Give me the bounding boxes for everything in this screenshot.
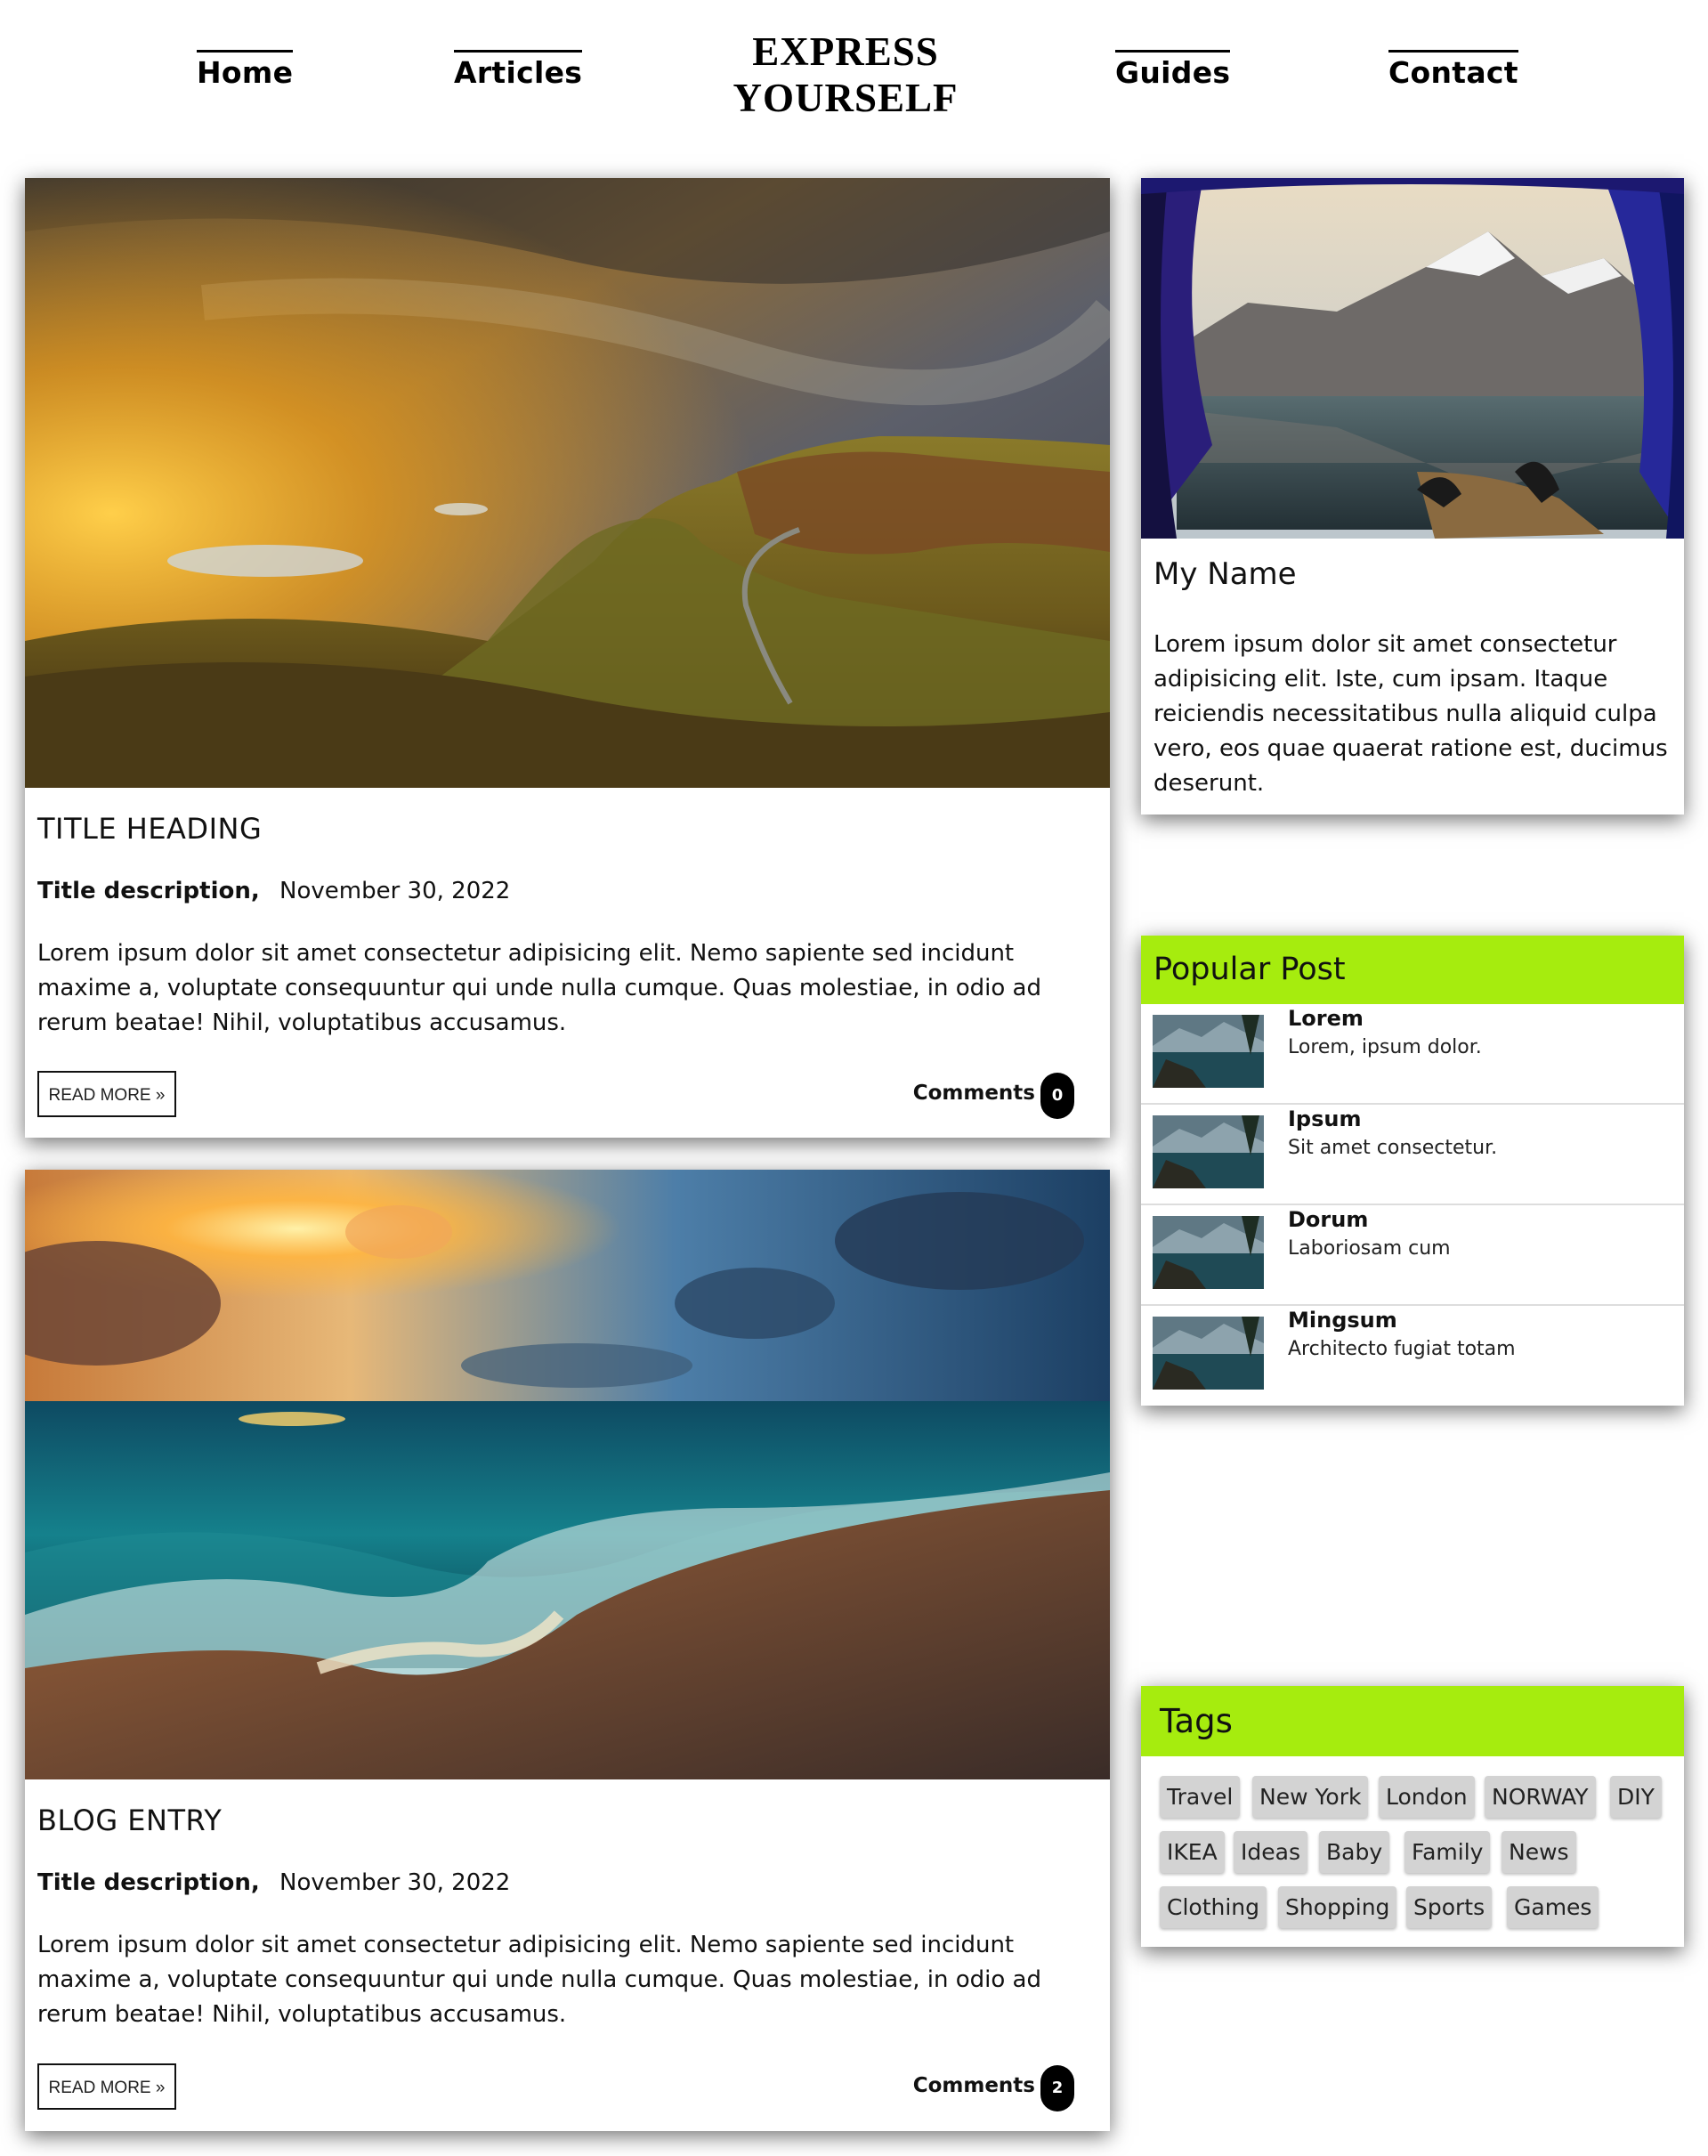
profile-card: My Name Lorem ipsum dolor sit amet conse…: [1141, 178, 1684, 815]
popular-post-subtitle: Architecto fugiat totam: [1288, 1338, 1516, 1360]
popular-post-item[interactable]: Mingsum Architecto fugiat totam: [1141, 1306, 1684, 1406]
tags-heading: Tags: [1141, 1686, 1684, 1756]
brand-line-2: YOURSELF: [733, 76, 959, 120]
popular-post-subtitle: Laboriosam cum: [1288, 1237, 1451, 1260]
read-more-button[interactable]: READ MORE »: [37, 1071, 176, 1117]
popular-post-thumbnail: [1153, 1216, 1264, 1289]
popular-post-thumbnail: [1153, 1317, 1264, 1390]
post-meta: Title description, November 30, 2022: [37, 878, 510, 904]
popular-post-item[interactable]: Lorem Lorem, ipsum dolor.: [1141, 1004, 1684, 1105]
post-excerpt: Lorem ipsum dolor sit amet consectetur a…: [37, 940, 1041, 1036]
tag-new-york[interactable]: New York: [1252, 1776, 1369, 1818]
tag-diy[interactable]: DIY: [1610, 1776, 1662, 1818]
tag-clothing[interactable]: Clothing: [1160, 1886, 1267, 1928]
post-date: November 30, 2022: [279, 1869, 511, 1896]
tag-london[interactable]: London: [1379, 1776, 1475, 1818]
popular-post-thumbnail: [1153, 1015, 1264, 1088]
top-nav: Home Articles EXPRESS YOURSELF Guides Co…: [0, 0, 1708, 134]
tag-news[interactable]: News: [1502, 1831, 1576, 1873]
popular-post-item[interactable]: Dorum Laboriosam cum: [1141, 1205, 1684, 1306]
post-image-mountains: [25, 178, 1110, 788]
comments-count-badge: 2: [1040, 2065, 1074, 2111]
tag-family[interactable]: Family: [1404, 1831, 1491, 1873]
popular-post-title: Dorum: [1288, 1207, 1369, 1232]
post-description-label: Title description,: [37, 1869, 260, 1896]
tag-sports[interactable]: Sports: [1406, 1886, 1493, 1928]
profile-bio: Lorem ipsum dolor sit amet consectetur a…: [1154, 631, 1668, 797]
site-brand[interactable]: EXPRESS YOURSELF: [730, 28, 961, 121]
tag-ideas[interactable]: Ideas: [1234, 1831, 1307, 1873]
tag-shopping[interactable]: Shopping: [1278, 1886, 1397, 1928]
blog-post-card: BLOG ENTRY Title description, November 3…: [25, 1170, 1110, 2131]
popular-post-title: Mingsum: [1288, 1308, 1397, 1333]
popular-post-thumbnail: [1153, 1115, 1264, 1188]
post-title: BLOG ENTRY: [37, 1803, 223, 1837]
tags-panel: Tags Travel New York London NORWAY DIY I…: [1141, 1686, 1684, 1947]
post-description-label: Title description,: [37, 878, 260, 904]
tag-ikea[interactable]: IKEA: [1160, 1831, 1225, 1873]
tag-norway[interactable]: NORWAY: [1485, 1776, 1596, 1818]
nav-guides-link[interactable]: Guides: [1115, 50, 1231, 90]
comments-label[interactable]: Comments: [913, 1082, 1035, 1105]
brand-line-1: EXPRESS: [752, 29, 939, 74]
comments-count-badge: 0: [1040, 1073, 1074, 1119]
popular-post-panel: Popular Post Lorem Lorem, ipsum dolor. I…: [1141, 936, 1684, 1406]
nav-home-link[interactable]: Home: [197, 50, 294, 90]
popular-post-heading: Popular Post: [1141, 936, 1684, 1004]
tag-baby[interactable]: Baby: [1319, 1831, 1390, 1873]
profile-name: My Name: [1154, 556, 1297, 592]
blog-post-card: TITLE HEADING Title description, Novembe…: [25, 178, 1110, 1138]
popular-post-title: Ipsum: [1288, 1106, 1362, 1131]
popular-post-item[interactable]: Ipsum Sit amet consectetur.: [1141, 1105, 1684, 1205]
tag-games[interactable]: Games: [1507, 1886, 1599, 1928]
nav-contact-link[interactable]: Contact: [1388, 50, 1518, 90]
read-more-button[interactable]: READ MORE »: [37, 2063, 176, 2110]
comments-label[interactable]: Comments: [913, 2074, 1035, 2097]
post-title: TITLE HEADING: [37, 812, 263, 846]
post-excerpt: Lorem ipsum dolor sit amet consectetur a…: [37, 1932, 1041, 2028]
tag-travel[interactable]: Travel: [1160, 1776, 1241, 1818]
post-date: November 30, 2022: [279, 878, 511, 904]
popular-post-title: Lorem: [1288, 1006, 1364, 1031]
nav-articles-link[interactable]: Articles: [454, 50, 583, 90]
profile-image: [1141, 178, 1684, 539]
popular-post-subtitle: Sit amet consectetur.: [1288, 1137, 1498, 1159]
post-meta: Title description, November 30, 2022: [37, 1869, 510, 1896]
post-image-beach: [25, 1170, 1110, 1779]
popular-post-subtitle: Lorem, ipsum dolor.: [1288, 1036, 1482, 1058]
